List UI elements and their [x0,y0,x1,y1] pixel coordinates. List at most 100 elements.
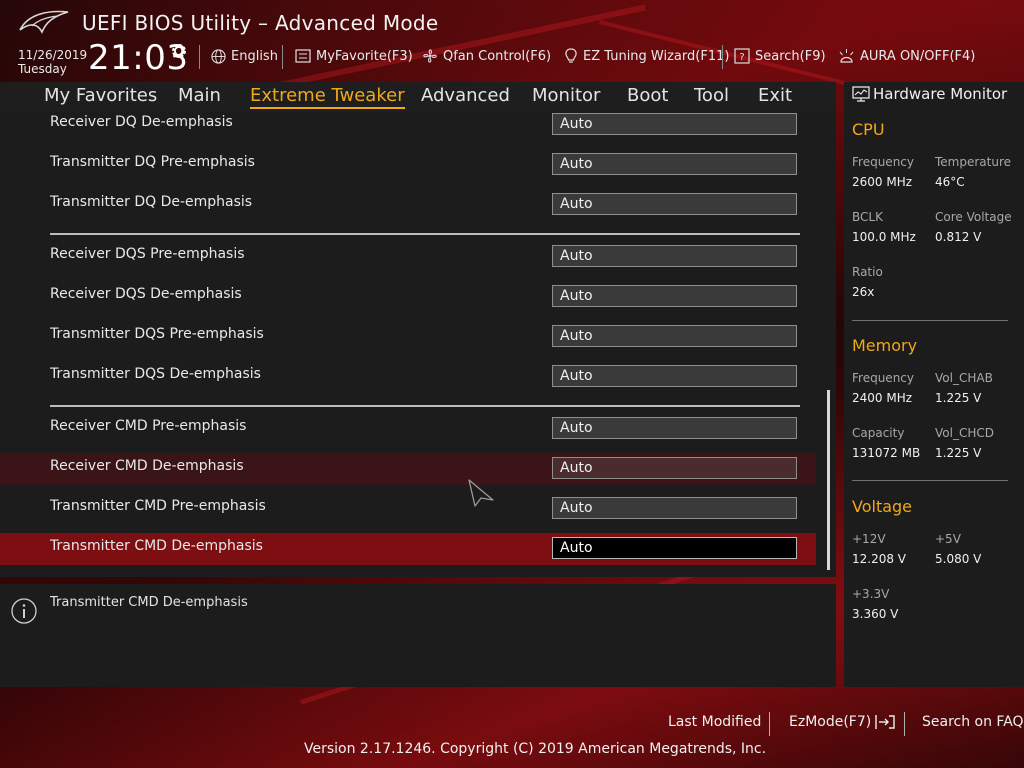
aura-toggle-button[interactable]: AURA ON/OFF(F4) [838,46,975,66]
ez-tuning-wizard-button[interactable]: EZ Tuning Wizard(F11) [564,46,729,66]
setting-value-box[interactable]: Auto [552,285,797,307]
setting-value-box[interactable]: Auto [552,497,797,519]
globe-icon [211,48,226,64]
cpu-frequency-label: Frequency [852,155,914,169]
setting-row-hovered[interactable]: Receiver CMD De-emphasis Auto [0,453,816,485]
cpu-temperature-label: Temperature [935,155,1012,169]
help-panel: Transmitter CMD De-emphasis [0,584,836,687]
tab-boot[interactable]: Boot [627,85,668,106]
hardware-monitor-title: Hardware Monitor [873,85,1008,103]
exit-arrow-icon [875,715,895,729]
date-display: 11/26/2019 [18,48,88,62]
day-display: Tuesday [18,62,67,76]
v5-label: +5V [935,532,961,546]
footer-divider [904,712,905,736]
tab-monitor[interactable]: Monitor [532,85,600,106]
toolbar-divider [282,45,283,69]
setting-value-box[interactable]: Auto [552,365,797,387]
cpu-frequency-value: 2600 MHz [852,175,913,189]
tab-main[interactable]: Main [178,85,221,106]
aura-toggle-label: AURA ON/OFF(F4) [860,48,976,64]
last-modified-button[interactable]: Last Modified [668,714,761,730]
cpu-temperature-value: 46°C [935,175,965,189]
memory-frequency-value: 2400 MHz [852,391,913,405]
setting-row[interactable]: Receiver DQS Pre-emphasis Auto [0,241,816,273]
setting-value-box[interactable]: Auto [552,153,797,175]
section-divider [50,405,800,407]
settings-panel: Receiver DQ De-emphasis Auto Transmitter… [0,112,836,577]
search-button[interactable]: ? Search(F9) [734,46,826,66]
section-divider [852,480,1008,481]
search-label: Search(F9) [755,48,826,64]
tab-tool[interactable]: Tool [694,85,729,106]
tab-exit[interactable]: Exit [758,85,792,106]
setting-label: Receiver DQS De-emphasis [50,286,242,302]
ezmode-button[interactable]: EzMode(F7) [789,714,896,730]
cpu-heading: CPU [852,120,885,139]
hardware-monitor-panel: Hardware Monitor CPU Frequency 2600 MHz … [844,82,1024,687]
tab-extreme-tweaker[interactable]: Extreme Tweaker [250,85,405,109]
main-menu-bar: My Favorites Main Extreme Tweaker Advanc… [0,82,836,112]
setting-row[interactable]: Receiver DQS De-emphasis Auto [0,281,816,313]
section-divider [50,233,800,235]
info-icon [11,598,37,624]
setting-label: Receiver CMD De-emphasis [50,458,244,474]
memory-frequency-label: Frequency [852,371,914,385]
ezmode-label: EzMode(F7) [789,714,872,730]
search-on-faq-button[interactable]: Search on FAQ [922,714,1024,730]
tab-advanced[interactable]: Advanced [421,85,510,106]
capacity-value: 131072 MB [852,446,921,460]
favorite-list-icon [295,49,311,63]
setting-label: Receiver DQS Pre-emphasis [50,246,245,262]
help-description: Transmitter CMD De-emphasis [50,595,248,610]
bclk-label: BCLK [852,210,883,224]
vol-chab-label: Vol_CHAB [935,371,993,385]
v5-value: 5.080 V [935,552,982,566]
ez-tuning-wizard-label: EZ Tuning Wizard(F11) [583,48,730,64]
setting-value-box[interactable]: Auto [552,325,797,347]
ratio-value: 26x [852,285,875,299]
bclk-value: 100.0 MHz [852,230,916,244]
setting-label: Transmitter CMD De-emphasis [50,538,263,554]
toolbar-divider [722,45,723,69]
vol-chcd-label: Vol_CHCD [935,426,994,440]
qfan-control-button[interactable]: Qfan Control(F6) [422,46,551,66]
qfan-control-label: Qfan Control(F6) [443,48,552,64]
aura-light-icon [839,49,854,63]
rog-logo-icon [19,10,69,34]
setting-value-box[interactable]: Auto [552,245,797,267]
setting-value-box[interactable]: Auto [552,417,797,439]
setting-row[interactable]: Receiver DQ De-emphasis Auto [0,109,816,141]
section-divider [852,320,1008,321]
setting-row-selected[interactable]: Transmitter CMD De-emphasis Auto [0,533,816,565]
page-title: UEFI BIOS Utility – Advanced Mode [82,11,439,35]
voltage-heading: Voltage [852,497,913,516]
footer-divider [769,712,770,736]
setting-value-box[interactable]: Auto [552,113,797,135]
setting-row[interactable]: Transmitter DQS De-emphasis Auto [0,361,816,393]
vol-chab-value: 1.225 V [935,391,982,405]
setting-row[interactable]: Transmitter DQ De-emphasis Auto [0,189,816,221]
v33-label: +3.3V [852,587,890,601]
setting-row[interactable]: Transmitter DQS Pre-emphasis Auto [0,321,816,353]
setting-value-box[interactable]: Auto [552,193,797,215]
core-voltage-value: 0.812 V [935,230,982,244]
setting-row[interactable]: Transmitter CMD Pre-emphasis Auto [0,493,816,525]
myfavorite-label: MyFavorite(F3) [316,48,413,64]
setting-label: Transmitter DQ De-emphasis [50,194,253,210]
settings-scrollbar[interactable] [827,390,830,570]
setting-label: Receiver DQ De-emphasis [50,114,233,130]
setting-value-box[interactable]: Auto [552,537,797,559]
setting-row[interactable]: Receiver CMD Pre-emphasis Auto [0,413,816,445]
myfavorite-button[interactable]: MyFavorite(F3) [295,46,413,66]
language-button[interactable]: English [211,46,278,66]
monitor-icon [852,86,870,102]
tab-my-favorites[interactable]: My Favorites [44,85,157,106]
setting-row[interactable]: Transmitter DQ Pre-emphasis Auto [0,149,816,181]
gear-icon[interactable] [170,42,188,60]
v12-label: +12V [852,532,886,546]
help-search-icon: ? [734,48,750,64]
ratio-label: Ratio [852,265,883,279]
v12-value: 12.208 V [852,552,907,566]
setting-value-box[interactable]: Auto [552,457,797,479]
